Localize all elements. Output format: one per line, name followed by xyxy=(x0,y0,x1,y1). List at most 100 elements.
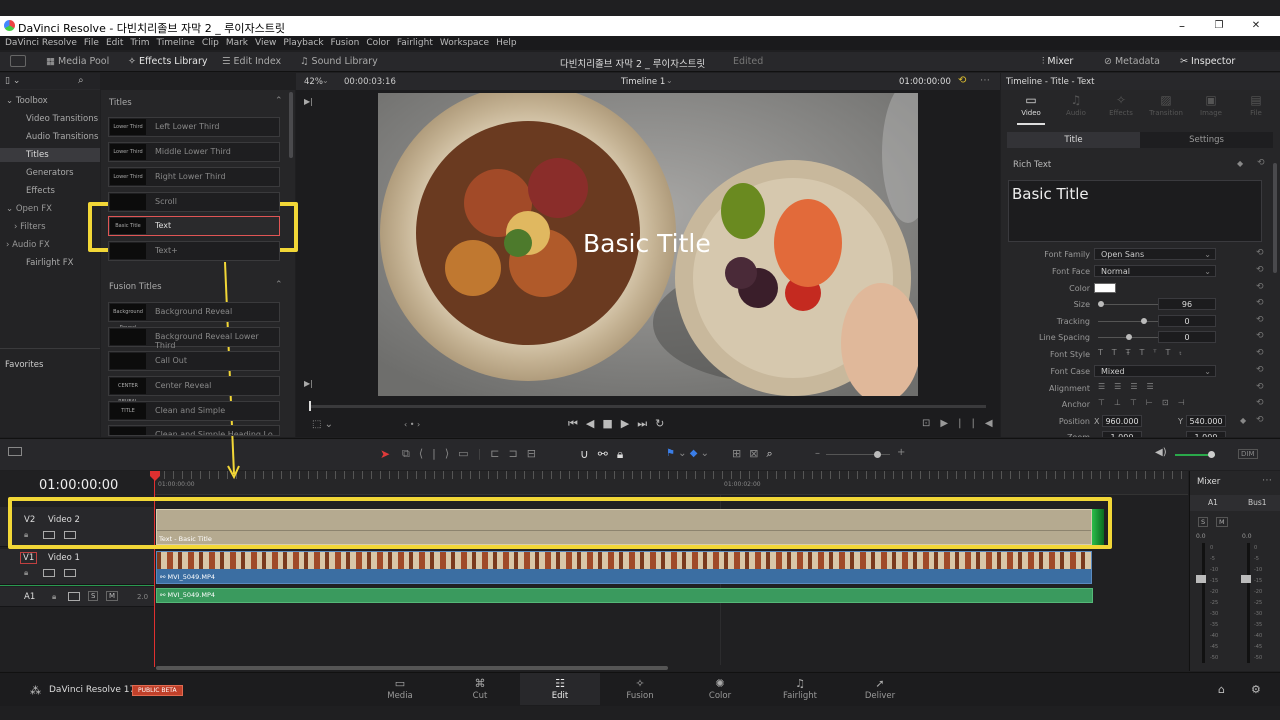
loop-icon[interactable]: ↻ xyxy=(655,417,672,430)
fusion-title-tile-clean-and-simple[interactable]: TITLE Clean and Simple xyxy=(108,401,280,421)
a1-audio-clip[interactable]: ⚯ MVI_5049.MP4 xyxy=(156,588,1093,603)
font-family-dropdown[interactable]: Open Sans ⌄ xyxy=(1094,248,1216,260)
fusion-title-tile-background-reveal[interactable]: Background Reveal Background Reveal xyxy=(108,302,280,331)
reset-icon[interactable]: ⟲ xyxy=(1256,331,1264,341)
filters-group[interactable]: › Filters xyxy=(14,222,46,232)
tab-effects[interactable]: ✧ Effects xyxy=(1101,93,1141,125)
position-lock-icon[interactable]: 🔒︎ xyxy=(617,447,632,461)
page-media[interactable]: ▭ Media xyxy=(360,673,440,705)
font-style-option-icon[interactable]: Tᵀ xyxy=(1140,348,1166,357)
collapse-titles-icon[interactable]: ⌃ xyxy=(275,96,283,106)
anchor-option-icon[interactable]: ⊤ xyxy=(1098,398,1114,407)
menu-item-trim[interactable]: Trim xyxy=(130,38,149,48)
collapse-fusion-titles-icon[interactable]: ⌃ xyxy=(275,280,283,290)
tracking-value[interactable]: 0 xyxy=(1158,315,1216,327)
settings-gear-icon[interactable]: ⚙ xyxy=(1251,683,1261,696)
play-icon[interactable]: ▶ xyxy=(621,417,637,430)
anchor-option-icon[interactable]: ⊡ xyxy=(1162,398,1178,407)
font-style-option-icon[interactable]: Ŧ xyxy=(1126,348,1140,357)
reset-icon[interactable]: ⟲ xyxy=(1256,365,1264,375)
reset-icon[interactable]: ⟲ xyxy=(1256,382,1264,392)
flag-icon[interactable]: ⚑ xyxy=(666,448,675,459)
full-extent-zoom-icon[interactable]: ⊞ xyxy=(732,447,749,460)
sidebar-item-audio-transitions[interactable]: Audio Transitions xyxy=(0,130,100,144)
sidebar-item-fairlight-fx[interactable]: Fairlight FX xyxy=(0,256,100,270)
tab-audio[interactable]: ♫ Audio xyxy=(1056,93,1096,125)
menu-item-fusion[interactable]: Fusion xyxy=(331,38,360,48)
anchor-option-icon[interactable]: ⊣ xyxy=(1178,398,1194,407)
reset-icon[interactable]: ⟲ xyxy=(1256,248,1264,258)
audio-level-icon[interactable]: ◀) xyxy=(1155,447,1167,458)
menu-item-edit[interactable]: Edit xyxy=(106,38,123,48)
effects-library-button[interactable]: ✧ Effects Library xyxy=(128,56,208,67)
font-style-option-icon[interactable]: T xyxy=(1098,348,1112,357)
scrubber-playhead[interactable] xyxy=(309,401,311,411)
overwrite-clip-icon[interactable]: ⊐ xyxy=(509,447,527,460)
title-text-overlay[interactable]: Basic Title xyxy=(583,229,711,258)
auto-select-icon[interactable] xyxy=(43,569,55,577)
size-value[interactable]: 96 xyxy=(1158,298,1216,310)
zoom-out-icon[interactable]: – xyxy=(815,448,820,459)
reset-icon[interactable]: ⟲ xyxy=(1256,415,1264,425)
lock-icon[interactable]: 🔒︎ xyxy=(24,568,28,578)
font-case-dropdown[interactable]: Mixed ⌄ xyxy=(1094,365,1216,377)
zoom-x-field[interactable]: 1.000 xyxy=(1102,431,1142,437)
reset-icon[interactable]: ⟲ xyxy=(1256,298,1264,308)
minimize-button[interactable]: – xyxy=(1162,17,1202,35)
timeline-ruler[interactable]: 01:00:00:00 01:00:02:00 xyxy=(155,471,1188,495)
page-deliver[interactable]: ➚ Deliver xyxy=(840,673,920,705)
keyframe-icon[interactable]: ◆ xyxy=(1237,159,1243,168)
home-icon[interactable]: ⌂ xyxy=(1218,683,1225,696)
track-id[interactable]: V1 xyxy=(20,552,38,564)
edit-index-button[interactable]: ☰ Edit Index xyxy=(222,56,281,67)
tab-video[interactable]: ▭ Video xyxy=(1011,93,1051,125)
inspector-button[interactable]: ✂ Inspector xyxy=(1180,56,1235,67)
menu-item-workspace[interactable]: Workspace xyxy=(440,38,489,48)
title-tile-middle-lower-third[interactable]: Lower Third Middle Lower Third xyxy=(108,142,280,162)
previous-edit-icon[interactable]: ▶︎| xyxy=(304,97,313,106)
font-style-option-icon[interactable]: T xyxy=(1112,348,1126,357)
menu-item-view[interactable]: View xyxy=(255,38,276,48)
rich-text-input[interactable]: Basic Title xyxy=(1008,180,1262,242)
bus-fader[interactable] xyxy=(1241,575,1251,583)
anchor-option-icon[interactable]: ⊥ xyxy=(1114,398,1130,407)
line-spacing-value[interactable]: 0 xyxy=(1158,331,1216,343)
zoom-slider-handle[interactable] xyxy=(874,451,881,458)
next-edit-icon[interactable]: ▶︎| xyxy=(304,379,313,388)
timeline-name[interactable]: Timeline 1 xyxy=(621,77,665,87)
tab-title[interactable]: Title xyxy=(1007,132,1140,148)
sidebar-toggle-icon[interactable]: ▯ ⌄ xyxy=(5,76,20,86)
zoom-y-field[interactable]: 1.000 xyxy=(1186,431,1226,437)
match-frame-icon[interactable]: ⊡ xyxy=(922,418,940,429)
mixer-solo-button[interactable]: S xyxy=(1198,517,1209,527)
replace-clip-icon[interactable]: ⊟ xyxy=(527,447,545,460)
sync-icon[interactable]: ⟲ xyxy=(958,75,966,86)
next-clip-icon[interactable]: ▶| xyxy=(940,418,971,429)
line-spacing-slider-handle[interactable] xyxy=(1126,334,1132,340)
more-options-icon[interactable]: ⋯ xyxy=(980,75,990,86)
anchor-option-icon[interactable]: ⊢ xyxy=(1146,398,1162,407)
reset-icon[interactable]: ⟲ xyxy=(1256,398,1264,408)
library-scrollbar[interactable] xyxy=(289,92,293,158)
font-face-dropdown[interactable]: Normal ⌄ xyxy=(1094,265,1216,277)
reset-icon[interactable]: ⟲ xyxy=(1256,348,1264,358)
page-cut[interactable]: ⌘ Cut xyxy=(440,673,520,705)
insert-clip-icon[interactable]: ⊏ xyxy=(490,447,508,460)
dynamic-trim-icon[interactable]: ⟨|⟩ xyxy=(419,447,458,460)
play-reverse-icon[interactable]: ◀ xyxy=(586,417,602,430)
audio-fx-group[interactable]: › Audio FX xyxy=(6,240,50,250)
timeline-view-options-icon[interactable] xyxy=(8,447,22,456)
media-pool-button[interactable]: ▦ Media Pool xyxy=(46,56,109,67)
alignment-option-icon[interactable]: ☰ xyxy=(1114,382,1130,391)
reset-icon[interactable]: ⟲ xyxy=(1257,158,1265,168)
stop-icon[interactable]: ■ xyxy=(602,417,620,430)
title-tile-right-lower-third[interactable]: Lower Third Right Lower Third xyxy=(108,167,280,187)
sidebar-item-effects[interactable]: Effects xyxy=(0,184,100,198)
sidebar-item-titles[interactable]: Titles xyxy=(0,148,100,162)
menu-item-color[interactable]: Color xyxy=(366,38,390,48)
zoom-in-icon[interactable]: + xyxy=(897,447,905,458)
alignment-option-icon[interactable]: ☰ xyxy=(1130,382,1146,391)
title-tile-scroll[interactable]: Scroll xyxy=(108,192,280,212)
channel-fader[interactable] xyxy=(1196,575,1206,583)
menu-item-file[interactable]: File xyxy=(84,38,99,48)
